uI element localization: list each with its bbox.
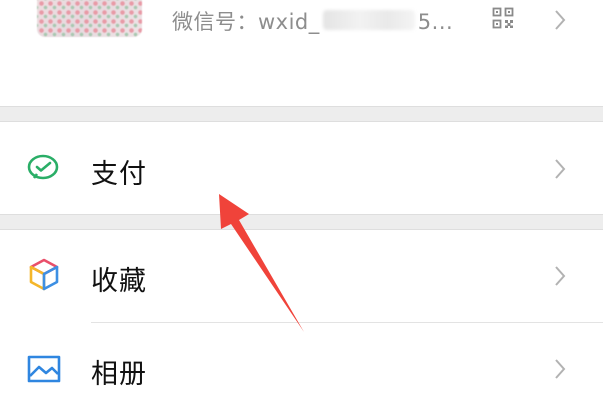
avatar[interactable] bbox=[37, 0, 142, 37]
wechat-id-label: 微信号：wxid_ bbox=[172, 10, 320, 34]
chevron-right-icon bbox=[555, 10, 566, 30]
menu-item-pay[interactable]: 支付 bbox=[0, 122, 603, 214]
chevron-right-icon bbox=[555, 159, 566, 179]
section-separator bbox=[0, 214, 603, 230]
menu-item-album[interactable]: 相册 bbox=[0, 323, 603, 400]
favorites-cube-icon bbox=[29, 258, 59, 291]
chevron-right-icon bbox=[555, 359, 566, 379]
qr-code-icon[interactable] bbox=[492, 7, 514, 29]
profile-header[interactable]: 微信号：wxid_ 5... bbox=[0, 0, 603, 107]
menu-item-favorites-label: 收藏 bbox=[91, 266, 147, 297]
wechat-id-tail: 5... bbox=[417, 10, 454, 34]
wechat-pay-icon bbox=[27, 154, 59, 180]
album-image-icon bbox=[27, 355, 61, 383]
redaction-blur bbox=[323, 10, 415, 30]
menu-item-pay-label: 支付 bbox=[91, 159, 147, 190]
menu-item-favorites[interactable]: 收藏 bbox=[0, 230, 603, 322]
section-separator bbox=[0, 106, 603, 122]
chevron-right-icon bbox=[555, 266, 566, 286]
menu-item-album-label: 相册 bbox=[91, 359, 147, 390]
